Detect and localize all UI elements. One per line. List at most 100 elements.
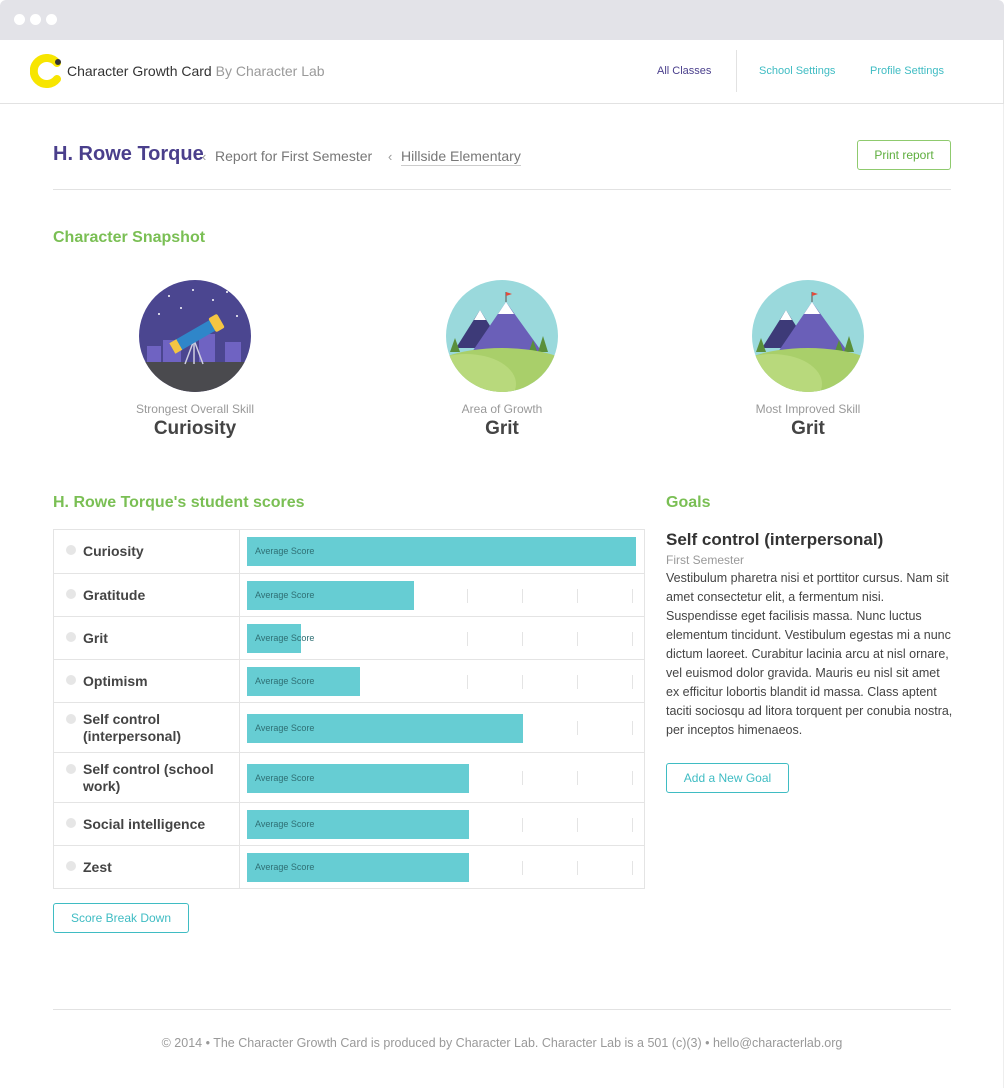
nav-divider [736,50,737,92]
print-report-button[interactable]: Print report [857,140,951,170]
skill-radio[interactable] [66,764,76,774]
footer-divider [53,1009,951,1010]
snapshot-most-improved: Most Improved Skill Grit [708,280,908,440]
skill-name: Curiosity [83,543,144,559]
score-name-cell: Curiosity [54,530,240,573]
score-bar-label: Average Score [255,862,315,872]
window-dot-icon [14,14,25,25]
skill-radio[interactable] [66,632,76,642]
score-name-cell: Self control (interpersonal) [54,703,240,752]
nav-profile-settings[interactable]: Profile Settings [870,65,944,77]
scores-table: Curiosity Average Score Gratitude Average S… [53,529,645,889]
score-bar-label: Average Score [255,546,315,556]
score-bar-cell: Average Score [241,660,644,702]
score-row[interactable]: Gratitude Average Score [54,573,644,616]
gridline-tick [522,632,523,646]
scores-heading: H. Rowe Torque's student scores [53,494,305,511]
breadcrumb-report[interactable]: Report for First Semester [215,148,372,164]
score-row[interactable]: Social intelligence Average Score [54,802,644,845]
brand-by: By Character Lab [215,63,325,79]
score-bar-cell: Average Score [241,530,644,573]
gridline-tick [522,771,523,785]
gridline-tick [632,721,633,735]
score-row[interactable]: Zest Average Score [54,845,644,888]
score-bar-label: Average Score [255,633,315,643]
score-bar-cell: Average Score [241,846,644,888]
footer-text: © 2014 • The Character Growth Card is pr… [161,1036,843,1050]
score-row[interactable]: Self control (interpersonal) Average Scor… [54,702,644,752]
skill-radio[interactable] [66,589,76,599]
goal-term: First Semester [666,553,745,567]
snapshot-label: Strongest Overall Skill [135,402,255,416]
gridline-tick [632,818,633,832]
gridline-tick [632,771,633,785]
skill-radio[interactable] [66,818,76,828]
gridline-tick [577,771,578,785]
gridline-tick [522,818,523,832]
telescope-icon [139,280,251,392]
browser-titlebar [0,0,1004,40]
mountain-icon [446,280,558,392]
snapshot-area-of-growth: Area of Growth Grit [402,280,602,440]
gridline-tick [632,675,633,689]
gridline-tick [522,675,523,689]
gridline-tick [467,589,468,603]
nav-school-settings[interactable]: School Settings [759,65,835,77]
goal-title: Self control (interpersonal) [666,530,884,549]
skill-radio[interactable] [66,675,76,685]
skill-name: Gratitude [83,587,146,603]
score-row[interactable]: Curiosity Average Score [54,530,644,573]
score-row[interactable]: Grit Average Score [54,616,644,659]
app-header: Character Growth Card By Character Lab A… [0,40,1004,104]
score-bar-label: Average Score [255,590,315,600]
nav-all-classes[interactable]: All Classes [657,65,711,77]
score-bar-cell: Average Score [241,703,644,752]
skill-name: Zest [83,859,112,875]
snapshot-value: Curiosity [153,418,237,439]
add-goal-button[interactable]: Add a New Goal [666,763,789,793]
goals-heading: Goals [666,494,711,511]
window-dot-icon [46,14,57,25]
student-name[interactable]: H. Rowe Torque [53,143,204,166]
score-name-cell: Grit [54,617,240,659]
score-name-cell: Zest [54,846,240,888]
app-brand[interactable]: Character Growth Card By Character Lab [67,63,325,79]
snapshot-value: Grit [485,418,519,439]
score-name-cell: Social intelligence [54,803,240,845]
gridline-tick [467,675,468,689]
brand-name: Character Growth Card [67,63,212,79]
score-bar-label: Average Score [255,819,315,829]
mountain-icon [752,280,864,392]
snapshot-strongest-skill: Strongest Overall Skill Curiosity [95,280,295,440]
gridline-tick [522,861,523,875]
gridline-tick [632,589,633,603]
score-name-cell: Gratitude [54,574,240,616]
window-dot-icon [30,14,41,25]
gridline-tick [577,632,578,646]
breadcrumb-separator: ‹ [388,149,393,164]
snapshot-label: Area of Growth [461,402,543,416]
skill-radio[interactable] [66,545,76,555]
skill-name: Optimism [83,673,148,689]
gridline-tick [577,818,578,832]
score-bar-label: Average Score [255,676,315,686]
character-lab-logo-icon[interactable] [30,54,64,88]
gridline-tick [577,861,578,875]
skill-name: Social intelligence [83,816,206,832]
score-breakdown-button[interactable]: Score Break Down [53,903,189,933]
title-divider [53,189,951,190]
score-bar-cell: Average Score [241,574,644,616]
gridline-tick [577,721,578,735]
score-row[interactable]: Self control (school work) Average Score [54,752,644,802]
skill-radio[interactable] [66,861,76,871]
score-bar-cell: Average Score [241,803,644,845]
gridline-tick [467,632,468,646]
skill-name: Grit [83,630,108,646]
gridline-tick [522,589,523,603]
gridline-tick [577,675,578,689]
gridline-tick [577,589,578,603]
score-row[interactable]: Optimism Average Score [54,659,644,702]
breadcrumb-school[interactable]: Hillside Elementary [401,148,521,166]
snapshot-value: Grit [791,418,825,439]
skill-radio[interactable] [66,714,76,724]
